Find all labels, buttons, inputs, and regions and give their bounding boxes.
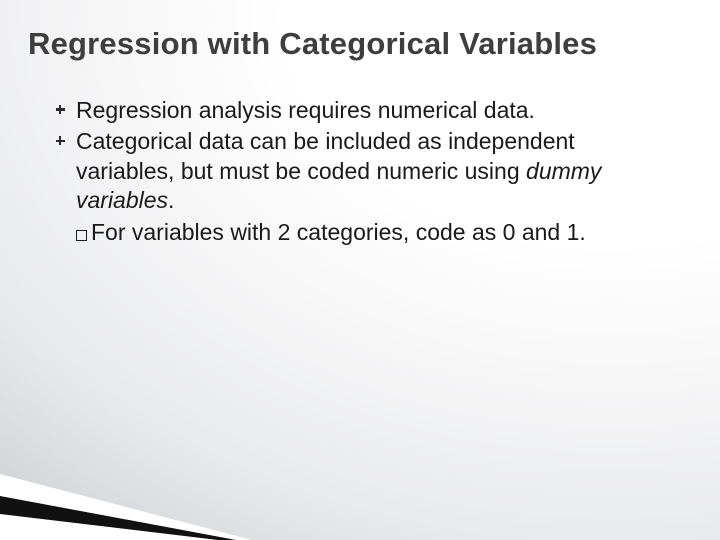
dagger-icon	[56, 105, 65, 114]
bullet-text: Regression analysis requires numerical d…	[76, 97, 535, 123]
corner-decoration	[0, 430, 290, 540]
square-icon	[76, 230, 87, 241]
bullet-text: Categorical data can be included as inde…	[76, 128, 575, 183]
bullet-item: Categorical data can be included as inde…	[56, 127, 660, 215]
slide-title: Regression with Categorical Variables	[28, 26, 692, 62]
slide-body: Regression analysis requires numerical d…	[56, 96, 660, 247]
bullet-text-after: .	[168, 187, 174, 213]
sub-bullet-item: For variables with 2 categories, code as…	[56, 218, 660, 247]
sub-bullet-text: For variables with 2 categories, code as…	[91, 219, 586, 245]
dagger-icon	[56, 136, 65, 145]
bullet-item: Regression analysis requires numerical d…	[56, 96, 660, 125]
slide: Regression with Categorical Variables Re…	[0, 0, 720, 540]
